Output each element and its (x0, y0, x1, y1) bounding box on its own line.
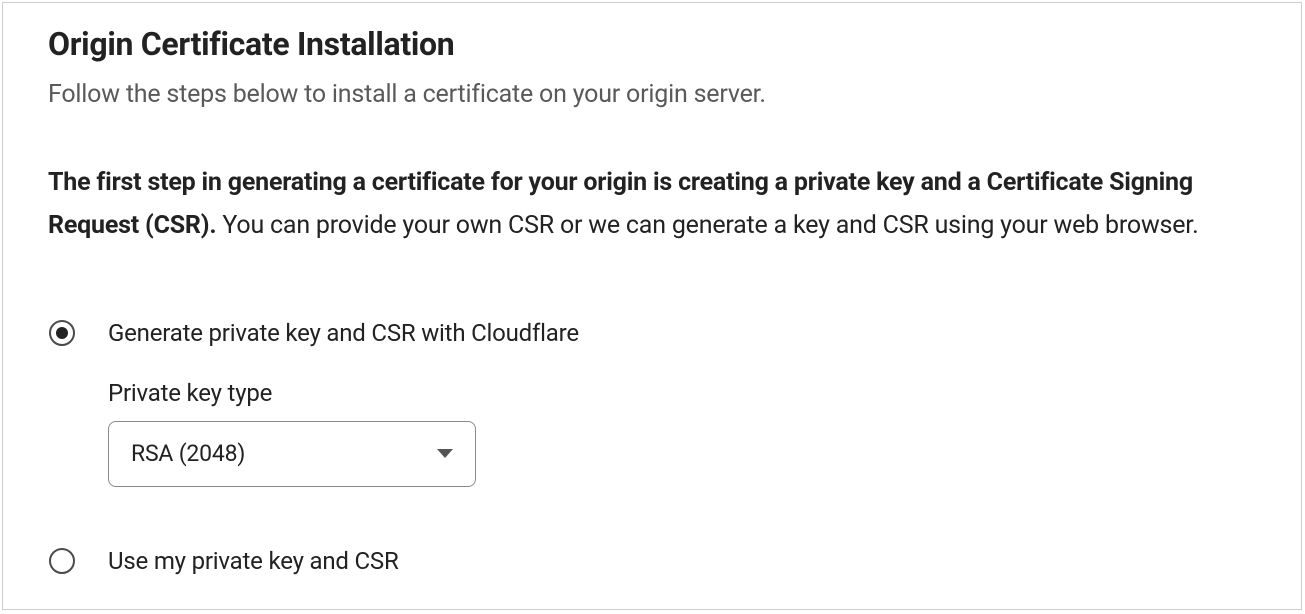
page-title: Origin Certificate Installation (48, 25, 1256, 63)
option-generate-row: Generate private key and CSR with Cloudf… (48, 317, 1256, 487)
private-key-type-value: RSA (2048) (131, 440, 245, 467)
private-key-type-select[interactable]: RSA (2048) (108, 421, 476, 487)
page-subtitle: Follow the steps below to install a cert… (48, 77, 1256, 112)
radio-circle-icon (49, 548, 75, 574)
step-rest-text: You can provide your own CSR or we can g… (216, 211, 1198, 240)
option-own-row: Use my private key and CSR (48, 545, 1256, 579)
radio-circle-icon (49, 320, 75, 346)
origin-certificate-panel: Origin Certificate Installation Follow t… (2, 2, 1302, 610)
step-description: The first step in generating a certifica… (48, 162, 1256, 247)
option-own-label: Use my private key and CSR (108, 545, 1256, 579)
option-generate-body: Generate private key and CSR with Cloudf… (108, 317, 1256, 487)
chevron-down-icon (437, 449, 453, 458)
option-own-body: Use my private key and CSR (108, 545, 1256, 579)
radio-dot-icon (56, 327, 68, 339)
radio-generate[interactable] (48, 319, 76, 347)
option-generate-label: Generate private key and CSR with Cloudf… (108, 317, 1256, 351)
private-key-type-label: Private key type (108, 379, 1256, 407)
radio-own[interactable] (48, 547, 76, 575)
